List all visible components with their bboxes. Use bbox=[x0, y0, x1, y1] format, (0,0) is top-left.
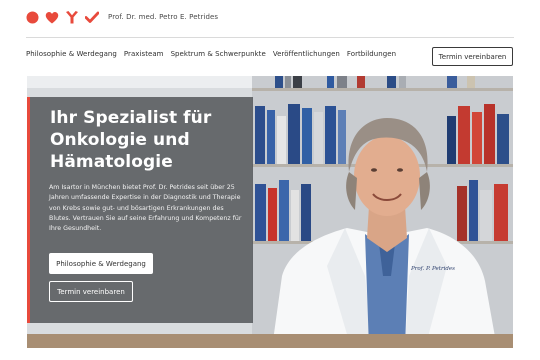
hero-title: Ihr Spezialist für Onkologie und Hämatol… bbox=[50, 108, 212, 172]
antibody-icon bbox=[66, 11, 78, 24]
nav-item-veroeffentlichungen[interactable]: Veröffentlichungen bbox=[273, 50, 340, 58]
nav-item-philosophie[interactable]: Philosophie & Werdegang bbox=[26, 50, 117, 58]
checkmark-icon bbox=[85, 11, 99, 23]
hero-description: Am Isartor in München bietet Prof. Dr. P… bbox=[49, 184, 242, 233]
coat-embroidery: Prof. P. Petrides bbox=[411, 266, 455, 272]
hero-text-panel: Ihr Spezialist für Onkologie und Hämatol… bbox=[27, 97, 253, 323]
nav-item-spektrum[interactable]: Spektrum & Schwerpunkte bbox=[171, 50, 266, 58]
main-nav: Philosophie & Werdegang Praxisteam Spekt… bbox=[26, 50, 396, 58]
site-header: Prof. Dr. med. Petro E. Petrides bbox=[0, 0, 540, 38]
brand-name[interactable]: Prof. Dr. med. Petro E. Petrides bbox=[108, 13, 218, 21]
nav-item-praxisteam[interactable]: Praxisteam bbox=[124, 50, 164, 58]
hero-appointment-button[interactable]: Termin vereinbaren bbox=[49, 281, 133, 302]
philosophy-button[interactable]: Philosophie & Werdegang bbox=[49, 253, 153, 274]
appointment-button[interactable]: Termin vereinbaren bbox=[432, 47, 513, 66]
heart-icon bbox=[45, 11, 59, 24]
logo[interactable] bbox=[26, 11, 99, 24]
hero-section: Prof. P. Petrides Ihr Spezialist für Onk… bbox=[27, 76, 513, 348]
nav-item-fortbildungen[interactable]: Fortbildungen bbox=[347, 50, 396, 58]
header-divider bbox=[26, 37, 514, 38]
circle-icon bbox=[26, 11, 39, 24]
